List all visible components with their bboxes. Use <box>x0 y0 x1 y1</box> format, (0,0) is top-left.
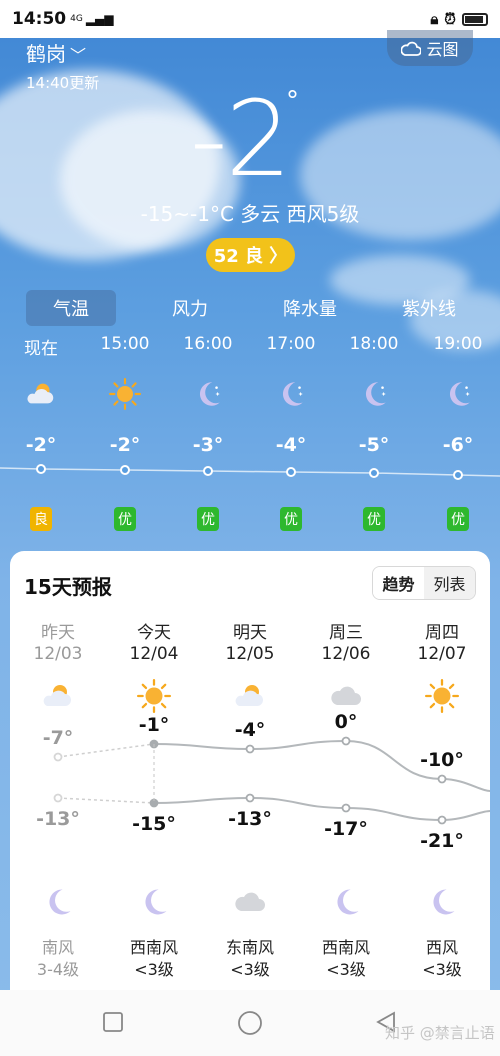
network-indicator: 4G <box>70 14 83 24</box>
hour-aqi-badge: 优 <box>280 507 302 531</box>
hour-temperature: -4° <box>275 434 307 456</box>
moon-icon <box>344 378 404 410</box>
home-button[interactable] <box>237 1010 263 1036</box>
moon-icon <box>428 378 488 410</box>
hourly-temperature-line <box>0 464 500 480</box>
forecast-point <box>245 744 255 754</box>
hour-aqi-badge: 优 <box>363 507 385 531</box>
forecast-point <box>53 793 63 803</box>
moon-icon <box>261 378 321 410</box>
tab-wind[interactable]: 风力 <box>145 290 235 326</box>
tab-temperature[interactable]: 气温 <box>26 290 116 326</box>
city-selector[interactable]: 鹤岗 ﹀ <box>26 38 86 67</box>
aqi-button[interactable]: 52 良 〉 <box>206 238 295 272</box>
moon-icon <box>178 378 238 410</box>
sun-icon <box>95 378 155 410</box>
partly-cloudy-icon <box>11 378 71 410</box>
hourly-point <box>369 468 379 478</box>
cloud-map-label: 云图 <box>426 40 459 59</box>
degree-symbol: ° <box>286 86 299 116</box>
forecast-point <box>437 815 447 825</box>
hour-time: 17:00 <box>266 334 316 354</box>
hour-aqi-badge: 优 <box>114 507 136 531</box>
hourly-point <box>120 465 130 475</box>
update-time: 14:40更新 <box>26 74 100 92</box>
cloud-map-icon <box>401 41 422 56</box>
alarm-icon: ⏰︎ <box>444 10 456 28</box>
tab-uv[interactable]: 紫外线 <box>384 290 474 326</box>
hourly-line-path <box>0 467 500 477</box>
forecast-high-line <box>153 739 490 792</box>
hourly-point <box>203 466 213 476</box>
status-time: 14:50 <box>12 9 67 29</box>
hourly-tabs: 气温 风力 降水量 紫外线 <box>0 290 500 328</box>
hour-temperature: -5° <box>358 434 390 456</box>
hour-aqi-badge: 良 <box>30 507 52 531</box>
hour-time: 19:00 <box>433 334 483 354</box>
hour-aqi-badge: 优 <box>197 507 219 531</box>
current-temperature: -2 <box>190 78 292 200</box>
forecast-point <box>341 803 351 813</box>
hourly-point <box>286 467 296 477</box>
hour-temperature: -6° <box>442 434 474 456</box>
recent-apps-button[interactable] <box>101 1010 127 1036</box>
forecast-high-line-past <box>57 743 155 758</box>
hour-time: 18:00 <box>349 334 399 354</box>
city-name: 鹤岗 <box>26 42 66 66</box>
tab-precipitation[interactable]: 降水量 <box>265 290 355 326</box>
hour-aqi-badge: 优 <box>447 507 469 531</box>
forecast-low-line-past <box>57 797 155 804</box>
forecast-trend-lines <box>53 736 490 825</box>
watermark: 知乎 @禁言止语 <box>385 1024 495 1042</box>
forecast-point <box>437 774 447 784</box>
hour-temperature: -2° <box>25 434 57 456</box>
hour-time: 现在 <box>24 339 58 359</box>
chevron-down-icon: ﹀ <box>70 46 87 65</box>
hour-temperature: -3° <box>192 434 224 456</box>
hour-temperature: -2° <box>109 434 141 456</box>
forecast-point <box>245 793 255 803</box>
forecast-point <box>53 752 63 762</box>
hourly-point <box>36 464 46 474</box>
cloud-map-button[interactable]: 云图 <box>387 30 473 66</box>
square-icon <box>103 1012 123 1032</box>
lock-icon: 🔒︎ <box>430 10 439 28</box>
hour-time: 15:00 <box>100 334 150 354</box>
hourly-point <box>453 470 463 480</box>
battery-icon <box>462 12 488 26</box>
forecast-point <box>341 736 351 746</box>
weather-summary: -15~-1°C 多云 西风5级 <box>140 202 360 226</box>
forecast-card: 15天预报 趋势 列表 昨天 12/03 -7° -13° 南风 3-4级 今天 12/04-… <box>10 551 490 1011</box>
hour-time: 16:00 <box>183 334 233 354</box>
circle-icon <box>238 1011 262 1035</box>
signal-icon: ▂▄▆ <box>85 12 114 26</box>
